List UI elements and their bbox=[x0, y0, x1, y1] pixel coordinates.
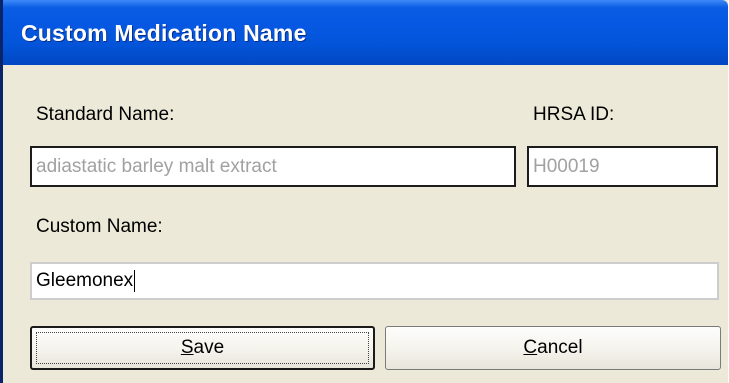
hrsa-id-field: H00019 bbox=[527, 146, 718, 187]
standard-name-label: Standard Name: bbox=[36, 104, 175, 125]
save-button-label: Save bbox=[180, 337, 225, 358]
save-button[interactable]: Save bbox=[30, 326, 375, 370]
standard-name-value: adiastatic barley malt extract bbox=[36, 155, 277, 177]
dialog-title: Custom Medication Name bbox=[21, 20, 307, 46]
custom-medication-name-dialog: Custom Medication Name Standard Name: HR… bbox=[0, 0, 728, 383]
custom-name-input[interactable]: Gleemonex bbox=[30, 262, 719, 300]
cancel-button-label: Cancel bbox=[523, 337, 583, 358]
cancel-button[interactable]: Cancel bbox=[385, 326, 721, 370]
text-caret bbox=[134, 270, 136, 292]
hrsa-id-value: H00019 bbox=[533, 155, 600, 177]
hrsa-id-label: HRSA ID: bbox=[533, 104, 615, 125]
standard-name-field: adiastatic barley malt extract bbox=[30, 146, 516, 187]
custom-name-value: Gleemonex bbox=[36, 270, 134, 291]
title-bar[interactable]: Custom Medication Name bbox=[3, 0, 728, 65]
custom-name-label: Custom Name: bbox=[36, 216, 163, 237]
